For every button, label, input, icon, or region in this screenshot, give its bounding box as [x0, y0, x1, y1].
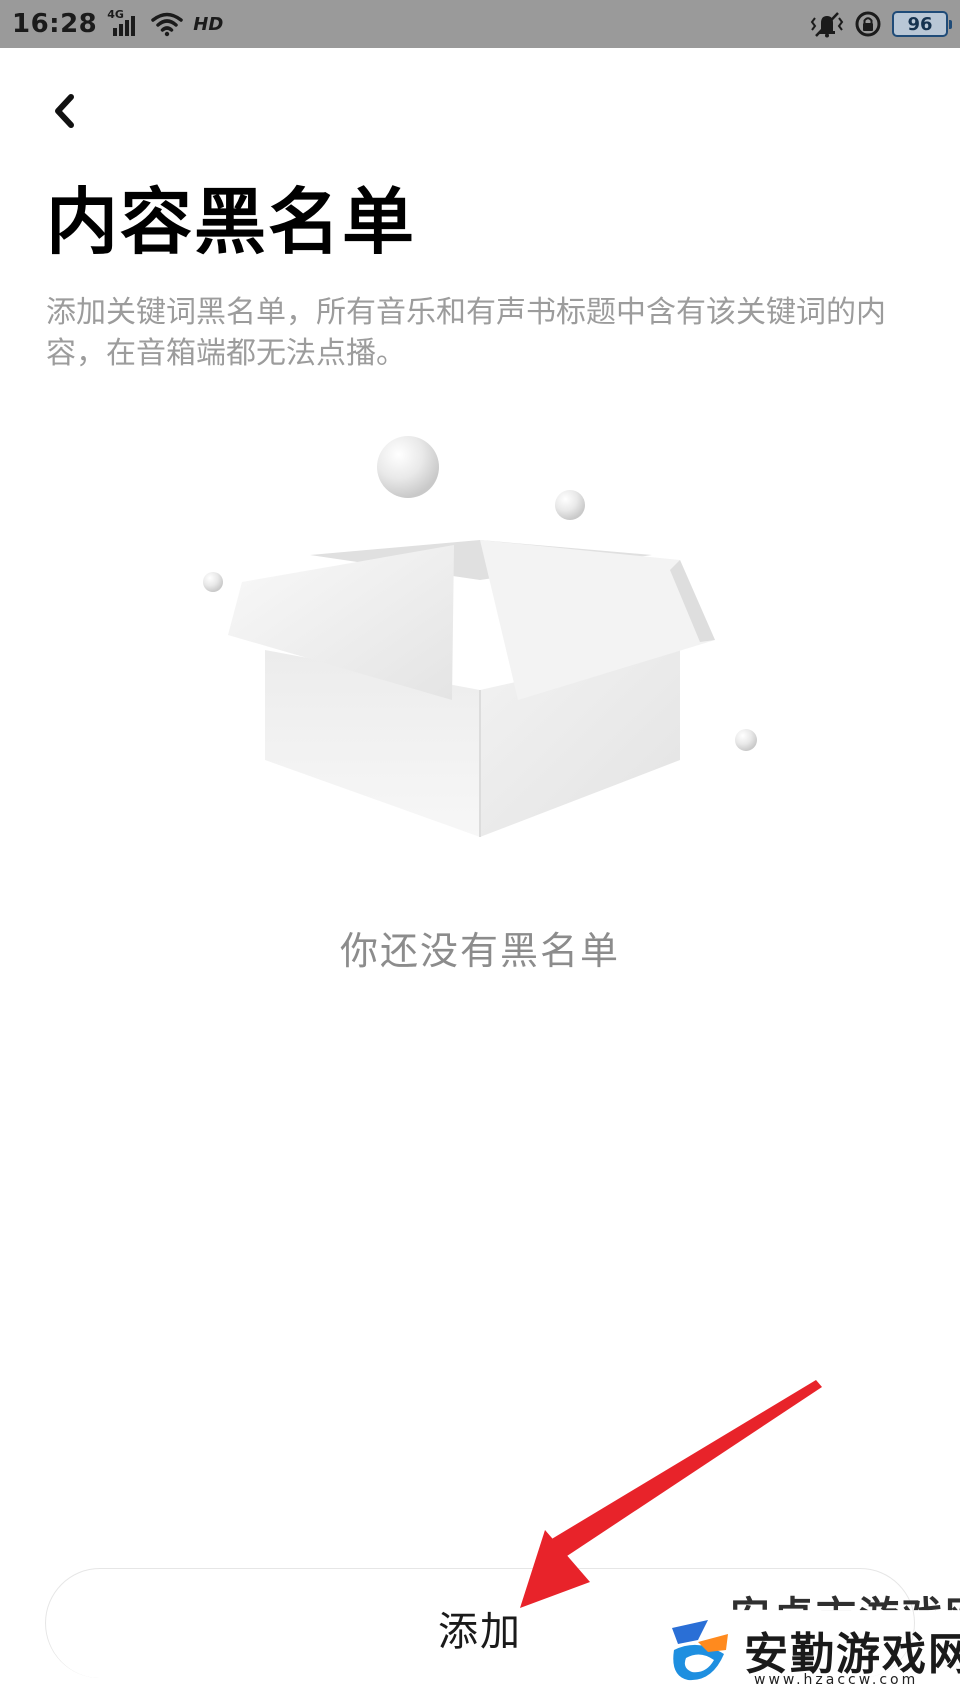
battery-icon: 96 [892, 11, 952, 37]
page-description: 添加关键词黑名单，所有音乐和有声书标题中含有该关键词的内容，在音箱端都无法点播。 [46, 295, 886, 371]
status-left: 16:28 4G HD [12, 8, 224, 39]
hd-icon: HD [193, 13, 224, 35]
empty-state-text: 你还没有黑名单 [339, 929, 620, 973]
watermark-logo-icon [672, 1620, 728, 1681]
signal-icon: 4G [107, 8, 141, 38]
page-title: 内容黑名单 [46, 180, 417, 264]
status-time: 16:28 [12, 9, 98, 39]
status-bar: 16:28 4G HD 96 [0, 0, 960, 48]
back-button[interactable] [40, 84, 88, 138]
wifi-icon [151, 12, 184, 37]
watermark: 安卓市游戏网 安勤游戏网 www.hzaccw.com [660, 1562, 960, 1692]
empty-box-illustration [203, 436, 757, 837]
battery-level: 96 [907, 13, 933, 35]
status-right: 96 [810, 10, 952, 38]
chevron-left-icon [55, 94, 74, 128]
rotation-lock-icon [855, 11, 881, 37]
watermark-url: www.hzaccw.com [754, 1672, 919, 1688]
add-button[interactable]: 添加 [390, 1588, 570, 1668]
vibrate-icon [810, 12, 844, 38]
